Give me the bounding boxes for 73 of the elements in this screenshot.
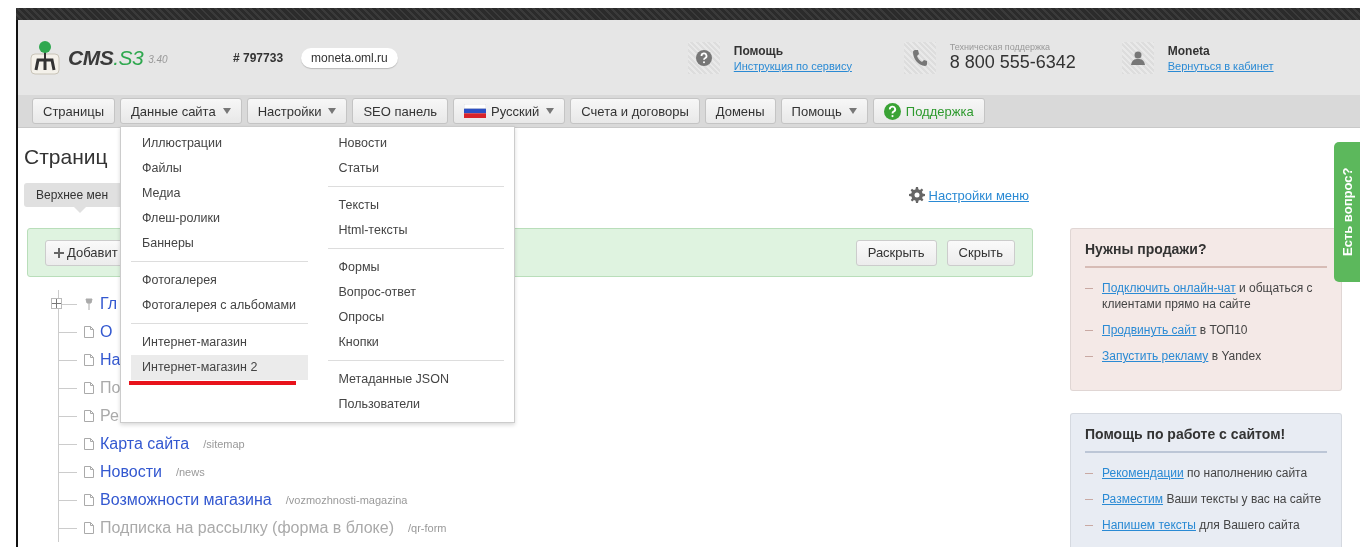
menu-settings-link[interactable]: Настройки меню [928, 187, 1029, 203]
page-icon [84, 382, 94, 394]
page-link[interactable]: Карта сайта [100, 435, 190, 453]
nav-button[interactable]: SEO панель [352, 98, 449, 124]
page-slug: /vozmozhnosti-magazina [285, 494, 408, 506]
nav-button[interactable]: Данные сайта [120, 98, 242, 124]
menu-item[interactable]: Тексты [327, 193, 504, 218]
page-icon [84, 466, 94, 478]
page-icon [84, 522, 94, 534]
menu-item[interactable]: Фотогалерея с альбомами [131, 293, 308, 318]
pin-icon [84, 298, 94, 310]
card-item: Подключить онлайн-чат и общаться с клиентами прямо на сайте [1085, 280, 1327, 312]
menu-item[interactable]: Баннеры [131, 231, 308, 256]
menu-item[interactable]: Флеш-ролики [131, 206, 308, 231]
gear-icon [908, 187, 925, 203]
expand-toggle[interactable] [51, 298, 62, 309]
page-icon [84, 494, 94, 506]
menu-item[interactable]: Новости [327, 131, 504, 156]
menu-item[interactable]: Кнопки [327, 330, 504, 355]
page-title: Страниц [24, 144, 108, 170]
site-id: # 797733 [233, 50, 284, 65]
card-title: Нужны продажи? [1085, 241, 1327, 268]
phone-icon [903, 41, 936, 74]
menu-item[interactable]: Фотогалерея [131, 268, 308, 293]
user-icon [1121, 41, 1154, 74]
page-link[interactable]: Новости [100, 463, 162, 481]
page-link[interactable]: На [100, 351, 121, 369]
nav-button[interactable]: Счета и договоры [570, 98, 700, 124]
page-icon [84, 326, 94, 338]
card-item: Продвинуть сайт в ТОП10 [1085, 322, 1327, 338]
page-icon [84, 438, 94, 450]
help-title: Помощь [733, 43, 785, 58]
help-icon [687, 41, 720, 74]
page-link[interactable]: Возможности магазина [100, 491, 272, 509]
menu-item[interactable]: Html-тексты [327, 218, 504, 243]
support-phone: 8 800 555-6342 [949, 52, 1076, 73]
menu-item[interactable]: Формы [327, 255, 504, 280]
card-item: Запустить рекламу в Yandex [1085, 348, 1327, 364]
nav-button[interactable]: Настройки [246, 98, 348, 124]
card-item: Напишем тексты для Вашего сайта [1085, 517, 1327, 533]
menu-item[interactable]: Статьи [327, 156, 504, 181]
page-slug: /sitemap [203, 438, 245, 450]
menu-item[interactable]: Иллюстрации [131, 131, 308, 156]
menu-item[interactable]: Файлы [131, 156, 308, 181]
menu-item[interactable]: Пользователи [327, 392, 504, 417]
support-label: Техническая поддержка [949, 42, 1052, 52]
page-icon [84, 410, 94, 422]
page-slug: /qr-form [407, 522, 447, 534]
menu-item[interactable]: Интернет-магазин [131, 330, 308, 355]
card-item: Рекомендации по наполнению сайта [1085, 465, 1327, 481]
card-item: Разместим Ваши тексты у вас на сайте [1085, 491, 1327, 507]
expand-button[interactable]: Раскрыть [855, 239, 937, 266]
nav-button[interactable]: Помощь [780, 98, 868, 124]
plus-icon [54, 247, 64, 258]
logo-icon[interactable] [30, 39, 60, 76]
page-slug: /news [175, 466, 205, 478]
menu-item[interactable]: Метаданные JSON [327, 367, 504, 392]
flag-icon [464, 104, 487, 118]
page-icon [84, 354, 94, 366]
page-link[interactable]: Гл [100, 295, 118, 313]
version-label: 3.40 [148, 54, 168, 65]
card-title: Помощь по работе с сайтом! [1085, 426, 1327, 453]
menu-item[interactable]: Опросы [327, 305, 504, 330]
logo-text: CMS.S3 [68, 45, 144, 70]
menu-item[interactable]: Вопрос-ответ [327, 280, 504, 305]
page-link[interactable]: О [100, 323, 113, 341]
nav-button[interactable]: Страницы [32, 98, 116, 124]
nav-button[interactable]: Русский [453, 98, 566, 124]
help-icon [883, 102, 901, 120]
collapse-button[interactable]: Скрыть [946, 239, 1015, 266]
user-name: Moneta [1167, 43, 1211, 58]
nav-button[interactable]: Домены [704, 98, 776, 124]
domain-badge[interactable]: moneta.oml.ru [301, 47, 398, 68]
